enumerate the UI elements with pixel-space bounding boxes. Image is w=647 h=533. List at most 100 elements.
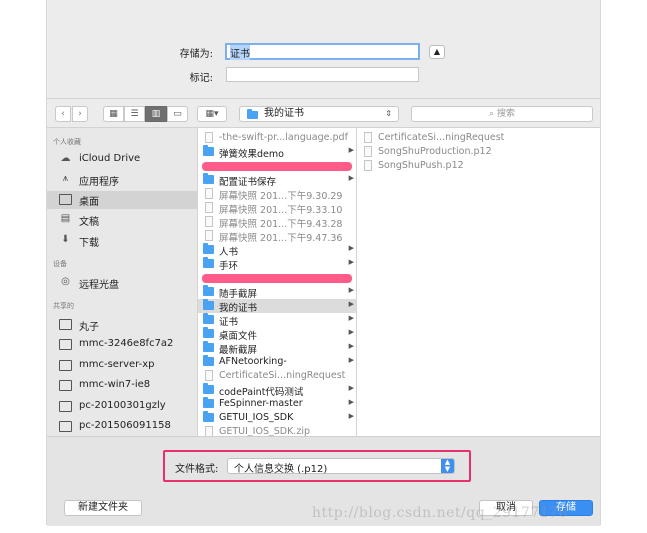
disclosure-arrow-icon: ▶	[348, 314, 354, 322]
file-icon	[205, 188, 213, 199]
folder-row[interactable]: 随手截屏 ▶	[198, 285, 356, 300]
file-row[interactable]: 屏幕快照 201...下午9.33.10	[198, 201, 356, 216]
tags-input[interactable]	[226, 67, 419, 82]
sidebar-item-shared[interactable]: 丸子	[57, 316, 197, 334]
updown-icon: ▲ ▼	[441, 459, 454, 473]
folder-row[interactable]: codePaint代码测试 ▶	[198, 383, 356, 398]
folder-row[interactable]: 最新截屏 ▶	[198, 341, 356, 356]
item-name: -the-swift-pr...language.pdf	[219, 132, 348, 143]
sidebar-item-label: mmc-server-xp	[79, 359, 155, 370]
file-format-select[interactable]: 个人信息交换 (.p12) ▲ ▼	[227, 458, 455, 475]
folder-icon	[203, 327, 214, 338]
folder-row[interactable]: 弹簧效果demo ▶	[198, 145, 356, 160]
sidebar-item-label: 远程光盘	[79, 280, 119, 291]
sidebar-item-shared[interactable]: mmc-server-xp	[57, 357, 197, 375]
sidebar-item-desktop[interactable]: 桌面	[47, 191, 197, 209]
apps-icon: ⩚	[62, 173, 69, 184]
item-name: 屏幕快照 201...下午9.43.28	[219, 219, 343, 230]
item-name: 屏幕快照 201...下午9.33.10	[219, 205, 343, 216]
file-row[interactable]: 屏幕快照 201...下午9.47.36	[198, 229, 356, 244]
expand-toggle-button[interactable]: ▲	[429, 45, 445, 59]
computer-icon	[59, 401, 72, 412]
file-icon	[205, 230, 213, 241]
item-name: FeSpinner-master	[219, 398, 303, 409]
grid-icon: ▦	[109, 109, 118, 119]
folder-icon	[203, 145, 214, 156]
disclosure-arrow-icon: ▶	[348, 286, 354, 294]
cover-flow-button[interactable]: ▭	[167, 106, 188, 122]
computer-icon	[59, 319, 72, 330]
file-row[interactable]: SongShuProduction.p12	[357, 145, 600, 159]
sidebar-section-shared: 共享的	[53, 302, 74, 310]
new-folder-button[interactable]: 新建文件夹	[64, 500, 142, 516]
sidebar-item-applications[interactable]: ⩚ 应用程序	[57, 171, 197, 189]
computer-icon	[59, 360, 72, 371]
folder-row[interactable]: FeSpinner-master ▶	[198, 397, 356, 411]
item-name: GETUI_IOS_SDK.zip	[219, 426, 310, 436]
folder-row[interactable]: 手环 ▶	[198, 257, 356, 272]
sidebar-item-documents[interactable]: ▤ 文稿	[57, 211, 197, 229]
folder-row[interactable]: 证书 ▶	[198, 313, 356, 328]
sidebar-section-favorites: 个人收藏	[53, 138, 81, 146]
file-row[interactable]: -the-swift-pr...language.pdf	[198, 131, 356, 145]
sidebar-item-shared[interactable]: mmc-3246e8fc7a2	[57, 336, 197, 354]
sidebar-item-icloud-drive[interactable]: ☁ iCloud Drive	[57, 151, 197, 169]
location-popup[interactable]: 我的证书 ⇕	[239, 106, 399, 122]
item-name: 配置证书保存	[219, 177, 277, 188]
save-as-input[interactable]: 证书	[225, 43, 420, 60]
search-field[interactable]: ⌕ 搜索	[411, 106, 593, 122]
disclosure-arrow-icon: ▶	[348, 398, 354, 406]
disclosure-arrow-icon: ▶	[348, 174, 354, 182]
file-row[interactable]: CertificateSi...ningRequest	[198, 369, 356, 383]
folder-row[interactable]: 配置证书保存 ▶	[198, 173, 356, 188]
document-icon: ▤	[60, 213, 71, 224]
back-button[interactable]: ‹	[55, 106, 71, 122]
save-dialog: 存储为: 证书 ▲ 标记: ‹ › ▦ ☰ ▥ ▭ ▦▾ 我的证书 ⇕ ⌕ 搜索…	[46, 0, 601, 526]
sidebar-item-remote-disc[interactable]: ◎ 远程光盘	[57, 274, 197, 292]
sidebar-item-label: 丸子	[79, 322, 99, 333]
item-name: 桌面文件	[219, 331, 258, 342]
redacted-row	[202, 274, 352, 283]
folder-icon	[203, 341, 214, 352]
item-name: 屏幕快照 201...下午9.47.36	[219, 233, 343, 244]
item-name: 弹簧效果demo	[219, 149, 284, 160]
computer-icon	[59, 421, 72, 432]
file-icon	[205, 216, 213, 227]
folder-icon	[203, 397, 214, 408]
item-name: GETUI_IOS_SDK	[219, 412, 294, 423]
icon-view-button[interactable]: ▦	[103, 106, 124, 122]
disclosure-arrow-icon: ▶	[348, 384, 354, 392]
disclosure-arrow-icon: ▶	[348, 258, 354, 266]
file-row[interactable]: CertificateSi...ningRequest	[357, 131, 600, 145]
file-row[interactable]: 屏幕快照 201...下午9.30.29	[198, 187, 356, 202]
file-row[interactable]: GETUI_IOS_SDK.zip	[198, 425, 356, 436]
disclosure-arrow-icon: ▶	[348, 300, 354, 308]
folder-row[interactable]: GETUI_IOS_SDK ▶	[198, 411, 356, 425]
sidebar-item-label: pc-201506091158	[79, 420, 171, 431]
sidebar-item-shared[interactable]: pc-20100301gzly	[57, 398, 197, 416]
file-row[interactable]: SongShuPush.p12	[357, 159, 600, 173]
file-column-1: -the-swift-pr...language.pdf 弹簧效果demo ▶ 配置证…	[197, 128, 356, 436]
list-view-button[interactable]: ☰	[124, 106, 145, 122]
folder-row[interactable]: 人书 ▶	[198, 243, 356, 258]
forward-button[interactable]: ›	[72, 106, 88, 122]
folder-icon	[203, 355, 214, 366]
search-placeholder: 搜索	[496, 109, 515, 119]
sidebar-item-shared[interactable]: pc-201506091158	[57, 418, 197, 436]
sidebar-item-label: mmc-3246e8fc7a2	[79, 338, 174, 349]
item-name: 随手截屏	[219, 289, 258, 300]
file-row[interactable]: 屏幕快照 201...下午9.43.28	[198, 215, 356, 230]
forward-icon: ›	[78, 109, 82, 119]
sidebar-item-downloads[interactable]: ⬇ 下载	[57, 232, 197, 250]
folder-row[interactable]: 我的证书 ▶	[198, 299, 356, 314]
arrange-button[interactable]: ▦▾	[197, 106, 227, 122]
folder-row[interactable]: AFNetoorking- ▶	[198, 355, 356, 369]
sidebar-item-label: 文稿	[79, 217, 99, 228]
search-icon: ⌕	[489, 109, 497, 119]
sidebar-item-shared[interactable]: mmc-win7-ie8	[57, 377, 197, 395]
item-name: CertificateSi...ningRequest	[378, 132, 505, 143]
column-view-button[interactable]: ▥	[145, 106, 167, 122]
computer-icon	[59, 380, 72, 391]
columns-icon: ▥	[151, 109, 161, 119]
folder-row[interactable]: 桌面文件 ▶	[198, 327, 356, 342]
